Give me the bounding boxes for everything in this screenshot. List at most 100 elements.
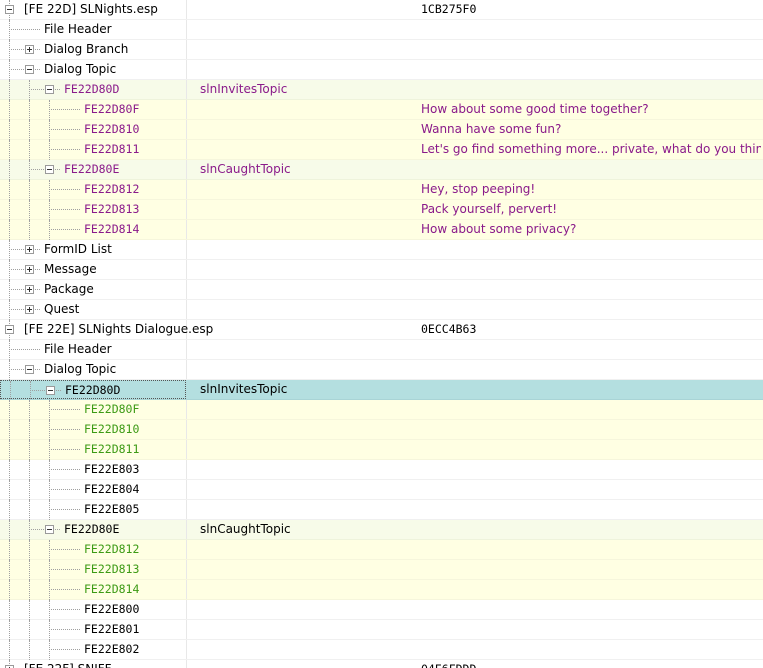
info-record-row[interactable]: FE22D813 Pack yourself, pervert! (0, 200, 763, 220)
info-record-row[interactable]: FE22D811 (0, 440, 763, 460)
plugin-node[interactable]: [FE 22F] SNIFF 04E6FDDD (0, 660, 763, 668)
collapse-icon[interactable] (45, 85, 54, 94)
plugin-node[interactable]: [FE 22E] SLNights Dialogue.esp 0ECC4B63 (0, 320, 763, 340)
tree-connector (49, 229, 80, 230)
record-name-cell[interactable]: FE22D812 (0, 540, 187, 560)
info-record-row[interactable]: FE22D80F (0, 400, 763, 420)
tree-connector (49, 129, 80, 130)
collapse-icon[interactable] (45, 525, 54, 534)
tree-connector (29, 540, 30, 560)
info-record-row[interactable]: FE22E800 (0, 600, 763, 620)
group-node[interactable]: Dialog Branch (0, 40, 763, 60)
group-node[interactable]: Message (0, 260, 763, 280)
topic-node[interactable]: FE22D80E slnCaughtTopic (0, 520, 763, 540)
group-node[interactable]: Quest (0, 300, 763, 320)
record-name-cell[interactable]: Message (0, 260, 187, 280)
collapse-icon[interactable] (25, 365, 34, 374)
topic-node[interactable]: FE22D80D slnInvitesTopic (0, 80, 763, 100)
record-name-cell[interactable]: FE22D813 (0, 560, 187, 580)
collapse-icon[interactable] (45, 165, 54, 174)
tree-connector (29, 620, 30, 640)
collapse-icon[interactable] (5, 5, 14, 14)
tree-connector (29, 420, 30, 440)
record-name-label: FE22D80F (84, 102, 140, 116)
record-name-cell[interactable]: FE22E801 (0, 620, 187, 640)
record-name-cell[interactable]: FE22E804 (0, 480, 187, 500)
info-record-row[interactable]: FE22E804 (0, 480, 763, 500)
record-tree-view[interactable]: [FE 22D] SLNights.esp 1CB275F0 File Header… (0, 0, 763, 668)
record-name-cell[interactable]: FE22D80F (0, 100, 187, 120)
plugin-node[interactable]: [FE 22D] SLNights.esp 1CB275F0 (0, 0, 763, 20)
info-record-row[interactable]: FE22D811 Let's go find something more... … (0, 140, 763, 160)
tree-connector (49, 569, 80, 570)
record-name-cell[interactable]: [FE 22F] SNIFF (0, 660, 187, 668)
topic-node[interactable]: FE22D80D slnInvitesTopic (0, 380, 763, 401)
info-record-row[interactable]: FE22E803 (0, 460, 763, 480)
tree-connector (29, 580, 30, 600)
editor-id-cell: slnCaughtTopic (200, 162, 291, 176)
record-name-cell[interactable]: FE22E800 (0, 600, 187, 620)
record-name-cell[interactable]: FE22D811 (0, 140, 187, 160)
plugin-crc-cell: 0ECC4B63 (421, 322, 477, 336)
record-name-cell[interactable]: FE22D80E (0, 520, 187, 540)
tree-connector (9, 460, 10, 480)
record-name-label: Quest (44, 302, 80, 316)
tree-connector (49, 100, 50, 120)
record-name-cell[interactable]: Dialog Branch (0, 40, 187, 60)
expand-icon[interactable] (25, 305, 34, 314)
collapse-icon[interactable] (46, 386, 55, 395)
collapse-icon[interactable] (25, 65, 34, 74)
record-name-cell[interactable]: FE22D812 (0, 180, 187, 200)
record-name-cell[interactable]: FE22D810 (0, 120, 187, 140)
info-record-row[interactable]: FE22D810 Wanna have some fun? (0, 120, 763, 140)
record-name-cell[interactable]: FE22D814 (0, 580, 187, 600)
record-name-cell[interactable]: FE22E803 (0, 460, 187, 480)
record-name-cell[interactable]: FE22D811 (0, 440, 187, 460)
info-record-row[interactable]: FE22D812 Hey, stop peeping! (0, 180, 763, 200)
group-node[interactable]: File Header (0, 20, 763, 40)
group-node[interactable]: File Header (0, 340, 763, 360)
group-node[interactable]: Package (0, 280, 763, 300)
record-name-cell[interactable]: [FE 22E] SLNights Dialogue.esp (0, 320, 213, 340)
record-name-cell[interactable]: Quest (0, 300, 187, 320)
info-record-row[interactable]: FE22D80F How about some good time togethe… (0, 100, 763, 120)
group-node[interactable]: FormID List (0, 240, 763, 260)
record-name-label: FE22E800 (84, 602, 140, 616)
group-node[interactable]: Dialog Topic (0, 60, 763, 80)
tree-connector (9, 620, 10, 640)
info-record-row[interactable]: FE22D814 How about some privacy? (0, 220, 763, 240)
record-name-label: File Header (44, 22, 112, 36)
tree-connector (9, 29, 40, 30)
expand-icon[interactable] (25, 265, 34, 274)
info-record-row[interactable]: FE22D812 (0, 540, 763, 560)
record-name-cell[interactable]: [FE 22D] SLNights.esp (0, 0, 187, 20)
record-name-cell[interactable]: File Header (0, 340, 187, 360)
info-record-row[interactable]: FE22E801 (0, 620, 763, 640)
record-name-cell[interactable]: FE22D80D (0, 80, 187, 100)
info-record-row[interactable]: FE22E802 (0, 640, 763, 660)
expand-icon[interactable] (25, 45, 34, 54)
record-name-label: FE22D80F (84, 402, 140, 416)
record-name-cell[interactable]: File Header (0, 20, 187, 40)
record-name-cell[interactable]: FE22D814 (0, 220, 187, 240)
record-name-cell[interactable]: FE22D80E (0, 160, 187, 180)
info-record-row[interactable]: FE22D814 (0, 580, 763, 600)
record-name-cell[interactable]: FE22D80F (0, 400, 187, 420)
record-name-cell[interactable]: Dialog Topic (0, 360, 187, 380)
group-node[interactable]: Dialog Topic (0, 360, 763, 380)
collapse-icon[interactable] (5, 325, 14, 334)
info-record-row[interactable]: FE22D810 (0, 420, 763, 440)
record-name-cell[interactable]: Package (0, 280, 187, 300)
record-name-cell[interactable]: FormID List (0, 240, 187, 260)
info-record-row[interactable]: FE22D813 (0, 560, 763, 580)
expand-icon[interactable] (25, 285, 34, 294)
record-name-cell[interactable]: FE22D810 (0, 420, 187, 440)
topic-node[interactable]: FE22D80E slnCaughtTopic (0, 160, 763, 180)
record-name-cell[interactable]: FE22D813 (0, 200, 187, 220)
record-name-cell[interactable]: Dialog Topic (0, 60, 187, 80)
expand-icon[interactable] (25, 245, 34, 254)
record-name-cell[interactable]: FE22E805 (0, 500, 187, 520)
record-name-cell[interactable]: FE22E802 (0, 640, 187, 660)
info-record-row[interactable]: FE22E805 (0, 500, 763, 520)
record-name-cell[interactable]: FE22D80D (0, 380, 186, 401)
